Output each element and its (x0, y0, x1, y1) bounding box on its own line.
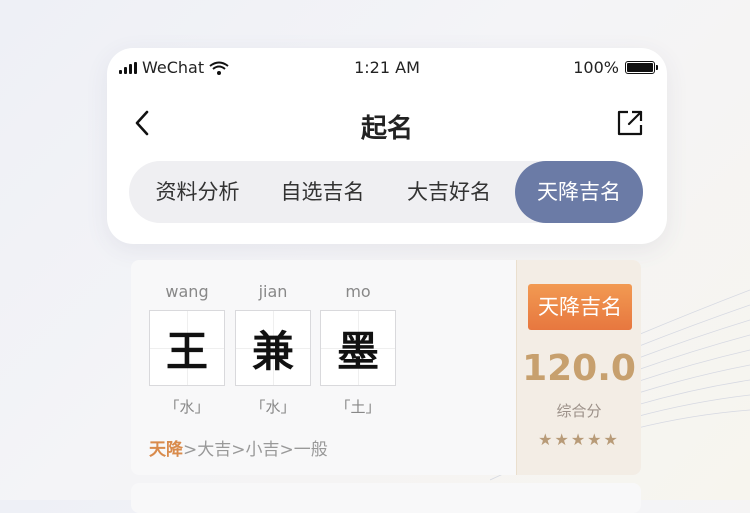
name-card[interactable]: wang 王 「水」 jian 兼 「水」 mo 墨 「土」 天降>大吉>小吉>… (131, 260, 641, 475)
level-highlight: 天降 (149, 440, 183, 460)
pinyin-label: mo (345, 282, 371, 301)
pinyin-label: jian (258, 282, 288, 301)
share-button[interactable] (613, 106, 647, 140)
char-box: 墨 (320, 310, 396, 386)
pinyin-label: wang (165, 282, 209, 301)
tab-self-select[interactable]: 自选吉名 (260, 161, 385, 223)
element-label: 「土」 (335, 398, 381, 416)
page-title: 起名 (360, 114, 413, 144)
score-label: 综合分 (556, 402, 602, 420)
battery-info: 100% (573, 58, 658, 77)
score-badge: 天降吉名 (528, 284, 632, 330)
element-label: 「水」 (250, 398, 296, 416)
name-char-2: jian 兼 「水」 (235, 282, 311, 417)
battery-percent: 100% (573, 58, 619, 77)
name-char-1: wang 王 「水」 (149, 282, 225, 417)
element-label: 「水」 (164, 398, 210, 416)
level-rest: >大吉>小吉>一般 (183, 440, 328, 460)
battery-icon (625, 61, 658, 74)
nav-bar: 起名 (107, 100, 667, 146)
share-icon (617, 110, 643, 136)
star-rating-icon: ★★★★★ (538, 430, 620, 449)
name-char-3: mo 墨 「土」 (320, 282, 396, 417)
tab-profile-analysis[interactable]: 资料分析 (135, 161, 260, 223)
char-box: 兼 (235, 310, 311, 386)
phone-header-panel: WeChat 1:21 AM 100% 起名 资料分析 自选吉名 大吉好名 天降… (107, 48, 667, 244)
level-path: 天降>大吉>小吉>一般 (149, 435, 328, 460)
tab-heaven-names[interactable]: 天降吉名 (515, 161, 643, 223)
score-panel: 天降吉名 120.0 综合分 ★★★★★ (516, 260, 641, 475)
status-bar: WeChat 1:21 AM 100% (107, 48, 667, 92)
tab-bar: 资料分析 自选吉名 大吉好名 天降吉名 (129, 161, 643, 223)
tab-great-names[interactable]: 大吉好名 (385, 161, 513, 223)
next-name-card[interactable] (131, 483, 641, 513)
char-box: 王 (149, 310, 225, 386)
score-value: 120.0 (522, 348, 636, 389)
